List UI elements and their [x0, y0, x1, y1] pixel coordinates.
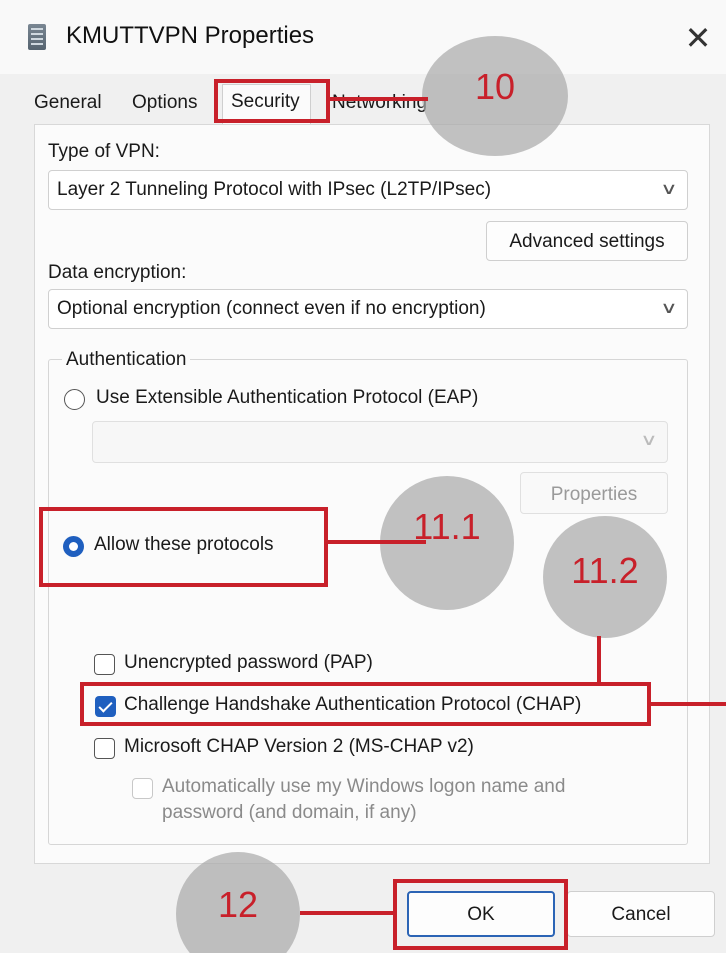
chevron-down-icon: ∨	[660, 181, 678, 198]
vpn-type-value: Layer 2 Tunneling Protocol with IPsec (L…	[57, 179, 492, 200]
mschapv2-label[interactable]: Microsoft CHAP Version 2 (MS-CHAP v2)	[124, 736, 474, 758]
step-10-badge: 10	[422, 36, 568, 156]
eap-properties-button[interactable]: Properties	[520, 472, 668, 514]
chevron-down-icon: ∨	[660, 300, 678, 317]
window-title: KMUTTVPN Properties	[66, 22, 315, 49]
vpn-properties-dialog: KMUTTVPN Properties ✕ General Options Se…	[0, 0, 726, 953]
close-icon[interactable]: ✕	[676, 18, 720, 58]
vpn-type-label: Type of VPN:	[48, 141, 160, 162]
advanced-settings-button[interactable]: Advanced settings	[486, 221, 688, 261]
step-11-2-connector	[597, 636, 601, 682]
eap-method-select[interactable]: ∨	[92, 421, 668, 463]
step-11-1-connector	[326, 540, 426, 544]
pap-checkbox[interactable]	[94, 654, 115, 675]
security-tab-highlight	[214, 79, 330, 123]
step-11-2-badge: 11.2	[543, 516, 667, 638]
step-10-connector	[328, 97, 428, 101]
tab-options[interactable]: Options	[132, 92, 197, 114]
chap-highlight-connector	[649, 702, 726, 706]
cancel-button[interactable]: Cancel	[567, 891, 715, 937]
network-connection-icon	[28, 24, 46, 50]
auto-logon-checkbox[interactable]	[132, 778, 153, 799]
vpn-type-select[interactable]: Layer 2 Tunneling Protocol with IPsec (L…	[48, 170, 688, 210]
auto-logon-label-line1: Automatically use my Windows logon name …	[162, 776, 566, 797]
authentication-group-label: Authentication	[62, 349, 191, 371]
eap-radio-label[interactable]: Use Extensible Authentication Protocol (…	[96, 387, 478, 409]
chap-highlight	[80, 682, 651, 726]
step-12-connector	[300, 911, 395, 915]
tab-networking[interactable]: Networking	[332, 92, 427, 114]
tab-general[interactable]: General	[34, 92, 102, 114]
mschapv2-checkbox[interactable]	[94, 738, 115, 759]
data-encryption-select[interactable]: Optional encryption (connect even if no …	[48, 289, 688, 329]
step-12-badge: 12	[176, 852, 300, 953]
ok-button-highlight	[393, 879, 568, 950]
auto-logon-label-line2: password (and domain, if any)	[162, 802, 417, 823]
pap-label[interactable]: Unencrypted password (PAP)	[124, 652, 373, 674]
data-encryption-value: Optional encryption (connect even if no …	[57, 298, 486, 319]
chevron-down-icon: ∨	[640, 432, 658, 449]
data-encryption-label: Data encryption:	[48, 262, 187, 283]
allow-protocols-highlight	[39, 507, 328, 587]
title-bar: KMUTTVPN Properties ✕	[0, 0, 726, 74]
eap-radio[interactable]	[64, 389, 85, 410]
